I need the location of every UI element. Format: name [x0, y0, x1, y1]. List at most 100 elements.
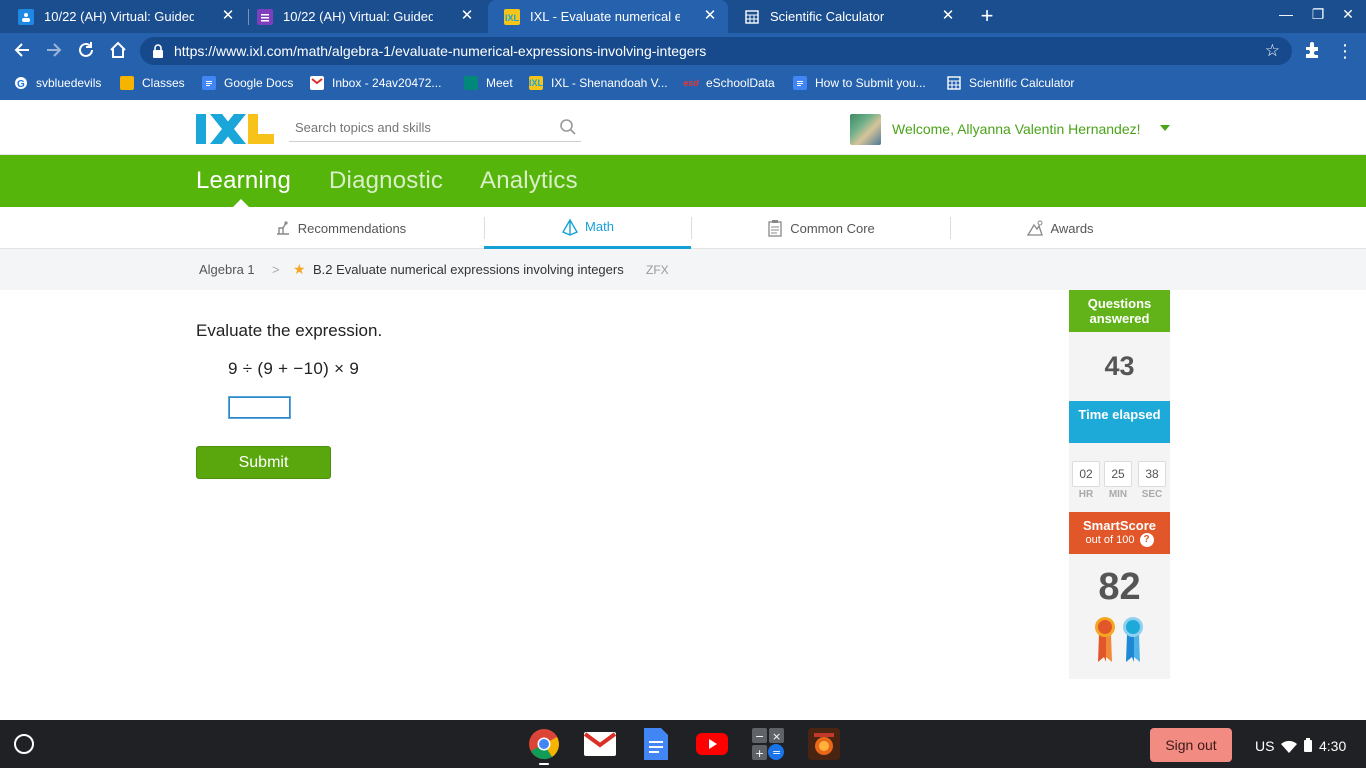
browser-tab-1[interactable]: 10/22 (AH) Virtual: Guided Read ✕: [2, 0, 246, 33]
gmail-icon[interactable]: [584, 728, 616, 760]
avatar[interactable]: [850, 114, 881, 145]
search-box[interactable]: [289, 114, 581, 142]
home-icon[interactable]: [108, 41, 128, 61]
bookmark-eschooldata[interactable]: esd eSchoolData: [683, 76, 774, 90]
extensions-icon[interactable]: [1302, 41, 1322, 61]
nav-analytics[interactable]: Analytics: [480, 167, 578, 195]
svg-text:×: ×: [772, 730, 781, 743]
bookmark-classes[interactable]: Classes: [120, 76, 185, 90]
wifi-icon[interactable]: [1281, 740, 1297, 756]
browser-tab-3[interactable]: IXL IXL - Evaluate numerical express ✕: [488, 0, 728, 33]
docs-icon[interactable]: [640, 728, 672, 760]
recommendations-icon: [274, 219, 292, 237]
browser-tab-2[interactable]: 10/22 (AH) Virtual: Guided Read ✕: [241, 0, 485, 33]
subnav-recommendations[interactable]: Recommendations: [196, 207, 484, 249]
nav-diagnostic[interactable]: Diagnostic: [329, 167, 443, 195]
smartscore-sub: out of 100: [1085, 534, 1135, 546]
help-icon[interactable]: ?: [1139, 533, 1154, 548]
bookmark-meet[interactable]: Meet: [464, 76, 513, 90]
bookmark-scientific-calculator[interactable]: Scientific Calculator: [947, 76, 1074, 90]
google-icon: G: [14, 76, 28, 90]
browser-tab-4[interactable]: Scientific Calculator ✕: [728, 0, 966, 33]
game-app-icon[interactable]: [808, 728, 840, 760]
clock[interactable]: 4:30: [1319, 738, 1346, 754]
chrome-icon[interactable]: [528, 728, 560, 760]
math-expression: 9 ÷ (9 + −10) × 9: [228, 359, 360, 378]
meet-icon: [464, 76, 478, 90]
svg-text:+: +: [755, 747, 764, 760]
subnav-label: Math: [585, 219, 614, 234]
close-icon[interactable]: ✕: [940, 8, 956, 24]
smartscore-header: SmartScore out of 100 ?: [1069, 512, 1170, 554]
bookmark-label: Meet: [486, 76, 513, 90]
launcher-icon[interactable]: [14, 734, 34, 754]
bookmark-label: Scientific Calculator: [969, 76, 1075, 90]
bookmark-ixl[interactable]: IXL IXL - Shenandoah V...: [529, 76, 668, 90]
bookmark-inbox[interactable]: Inbox - 24av20472...: [310, 76, 441, 90]
search-input[interactable]: [289, 114, 549, 140]
search-icon[interactable]: [559, 118, 577, 136]
battery-icon[interactable]: [1304, 738, 1312, 755]
tab-strip: 10/22 (AH) Virtual: Guided Read ✕ 10/22 …: [0, 0, 1366, 33]
active-nav-pointer: [233, 199, 249, 207]
calculator-icon: [947, 76, 961, 90]
bookmark-svbluedevils[interactable]: G svbluedevils: [14, 76, 101, 90]
eschooldata-icon: esd: [683, 78, 699, 88]
browser-toolbar: https://www.ixl.com/math/algebra-1/evalu…: [0, 33, 1366, 69]
calculator-app-icon[interactable]: − × + =: [752, 728, 784, 760]
close-icon[interactable]: ✕: [220, 8, 236, 24]
chevron-down-icon[interactable]: [1160, 125, 1170, 131]
tab-title: 10/22 (AH) Virtual: Guided Read: [283, 9, 433, 24]
questions-answered-count: 43: [1069, 332, 1170, 401]
window-close-icon[interactable]: ✕: [1338, 6, 1358, 23]
lock-icon: [152, 43, 166, 59]
close-icon[interactable]: ✕: [459, 8, 475, 24]
sub-nav: Recommendations Math Common Core Awards: [0, 207, 1366, 249]
docs-icon: [793, 76, 807, 90]
main-nav: Learning Diagnostic Analytics: [0, 155, 1366, 207]
ixl-icon: IXL: [529, 76, 544, 90]
bookmark-label: IXL - Shenandoah V...: [551, 76, 668, 90]
youtube-icon[interactable]: [696, 728, 728, 760]
bookmarks-bar: G svbluedevils Classes Google Docs Inbox…: [0, 69, 1366, 100]
bookmark-how-to-submit[interactable]: How to Submit you...: [793, 76, 926, 90]
bookmark-label: svbluedevils: [36, 76, 102, 90]
nav-learning[interactable]: Learning: [196, 167, 291, 195]
minimize-icon[interactable]: —: [1276, 6, 1296, 22]
chevron-right-icon: >: [272, 262, 280, 277]
gmail-icon: [310, 76, 324, 90]
orange-medal-icon: [1094, 616, 1116, 664]
bookmark-google-docs[interactable]: Google Docs: [202, 76, 293, 90]
svg-text:=: =: [772, 746, 781, 759]
svg-text:IXL: IXL: [505, 13, 519, 22]
breadcrumb-algebra-1[interactable]: Algebra 1: [199, 262, 255, 277]
subnav-common-core[interactable]: Common Core: [691, 207, 950, 249]
browser-menu-icon[interactable]: ⋮: [1336, 40, 1354, 62]
reload-icon[interactable]: [76, 41, 96, 61]
address-bar[interactable]: https://www.ixl.com/math/algebra-1/evalu…: [140, 37, 1292, 65]
time-elapsed-panel: 02 25 38 HR MIN SEC: [1069, 443, 1170, 512]
restore-icon[interactable]: ❐: [1308, 6, 1328, 23]
sign-out-button[interactable]: Sign out: [1150, 728, 1232, 762]
time-hours: 02: [1072, 461, 1100, 487]
seconds-label: SEC: [1141, 489, 1163, 500]
submit-button[interactable]: Submit: [196, 446, 331, 479]
locale-indicator[interactable]: US: [1255, 738, 1274, 754]
welcome-text[interactable]: Welcome, Allyanna Valentin Hernandez!: [892, 121, 1141, 137]
subnav-math[interactable]: Math: [484, 207, 691, 249]
close-icon[interactable]: ✕: [702, 8, 718, 24]
back-icon[interactable]: [12, 41, 32, 61]
bookmark-star-icon[interactable]: ☆: [1265, 41, 1280, 61]
time-minutes: 25: [1104, 461, 1132, 487]
subnav-label: Common Core: [790, 220, 875, 236]
answer-input[interactable]: [228, 396, 291, 419]
subnav-awards[interactable]: Awards: [950, 207, 1170, 249]
skill-code: ZFX: [646, 263, 669, 277]
ixl-logo[interactable]: [196, 114, 274, 144]
hours-label: HR: [1078, 489, 1094, 500]
new-tab-icon[interactable]: +: [976, 5, 998, 27]
pyramid-icon: [561, 218, 579, 236]
tab-title: 10/22 (AH) Virtual: Guided Read: [44, 9, 194, 24]
ixl-icon: IXL: [504, 8, 520, 25]
forward-icon[interactable]: [44, 41, 64, 61]
